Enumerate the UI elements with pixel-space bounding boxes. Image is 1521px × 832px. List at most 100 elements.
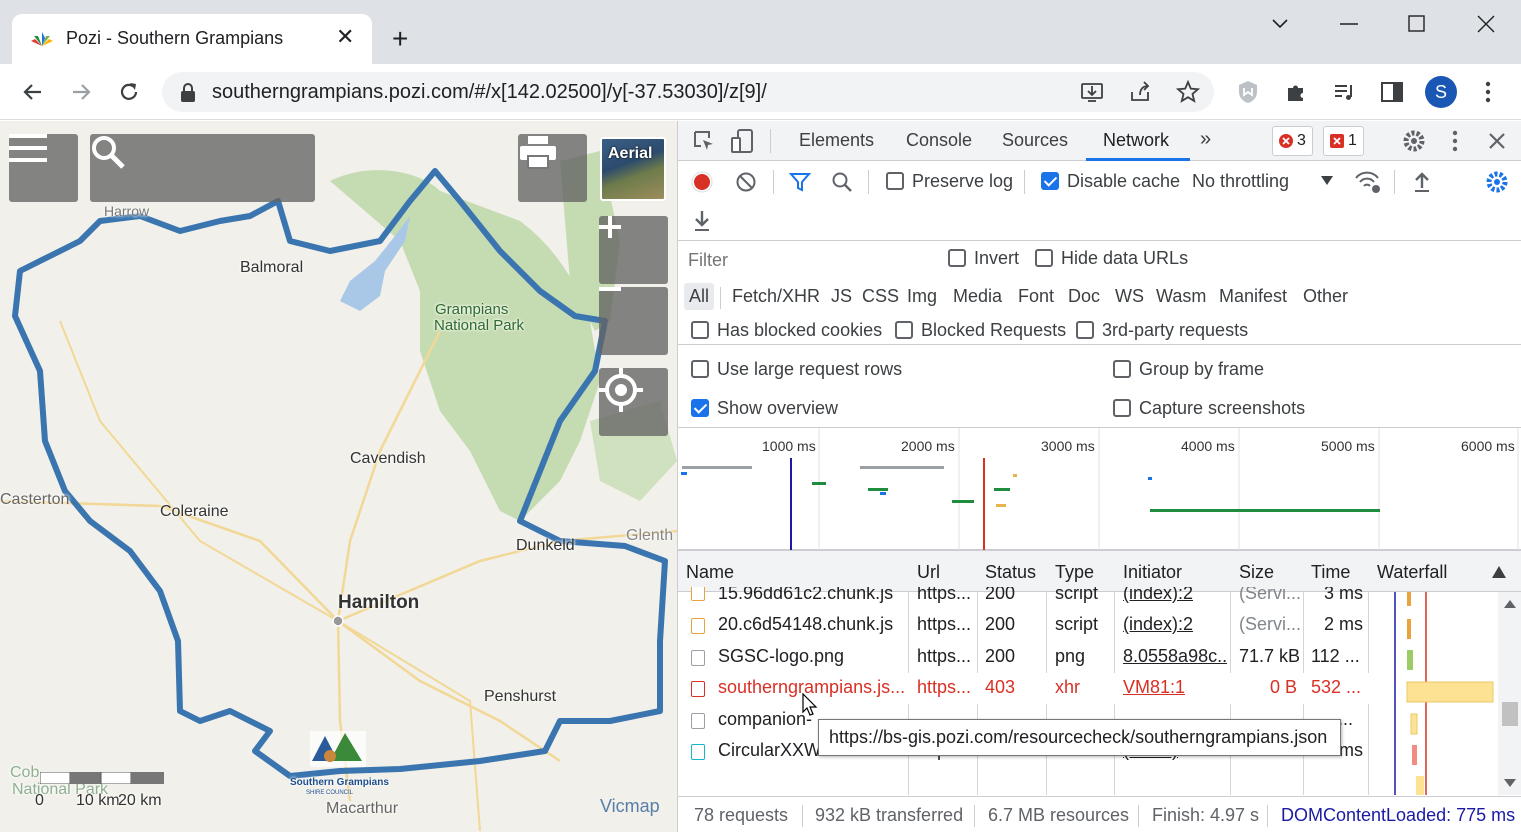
- devtools-menu-icon[interactable]: [1452, 130, 1458, 152]
- map-search-button[interactable]: [90, 134, 315, 202]
- aerial-basemap-button[interactable]: Aerial: [600, 137, 666, 201]
- type-filter-fetch-xhr[interactable]: Fetch/XHR: [727, 283, 825, 310]
- bookmark-star-icon[interactable]: [1176, 80, 1200, 104]
- tab-search-icon[interactable]: [1260, 10, 1300, 38]
- third-party-checkbox[interactable]: 3rd-party requests: [1076, 320, 1248, 341]
- invert-checkbox[interactable]: Invert: [948, 248, 1019, 269]
- column-header-name[interactable]: Name: [686, 562, 734, 583]
- type-filter-wasm[interactable]: Wasm: [1151, 283, 1211, 310]
- scrollbar-thumb[interactable]: [1502, 702, 1518, 726]
- address-bar[interactable]: southerngrampians.pozi.com/#/x[142.02500…: [162, 72, 1214, 112]
- column-header-initiator[interactable]: Initiator: [1123, 562, 1182, 583]
- column-header-status[interactable]: Status: [985, 562, 1036, 583]
- inspect-element-icon[interactable]: [692, 129, 716, 153]
- zoom-in-button[interactable]: [599, 216, 668, 284]
- column-header-time[interactable]: Time: [1311, 562, 1350, 583]
- request-initiator[interactable]: (index):2: [1123, 587, 1193, 604]
- scroll-up-arrow-icon[interactable]: [1504, 600, 1516, 608]
- lock-icon[interactable]: [180, 83, 196, 103]
- filter-input[interactable]: [684, 246, 930, 274]
- issues-badge[interactable]: 1: [1323, 126, 1364, 156]
- media-control-icon[interactable]: [1328, 76, 1360, 108]
- checkbox-checked[interactable]: [691, 399, 709, 417]
- blocked-requests-checkbox[interactable]: Blocked Requests: [895, 320, 1066, 341]
- tab-sources[interactable]: Sources: [1002, 130, 1068, 151]
- network-settings-gear-icon[interactable]: [1485, 170, 1509, 194]
- extensions-puzzle-icon[interactable]: [1280, 76, 1312, 108]
- type-filter-doc[interactable]: Doc: [1063, 283, 1105, 310]
- type-filter-ws[interactable]: WS: [1110, 283, 1149, 310]
- column-header-type[interactable]: Type: [1055, 562, 1094, 583]
- hide-data-urls-checkbox[interactable]: Hide data URLs: [1035, 248, 1188, 269]
- browser-tab[interactable]: Pozi - Southern Grampians ✕: [12, 14, 372, 64]
- checkbox-unchecked[interactable]: [1113, 399, 1131, 417]
- more-tabs-icon[interactable]: »: [1200, 128, 1211, 151]
- share-icon[interactable]: [1128, 80, 1152, 104]
- checkbox-checked[interactable]: [1041, 172, 1059, 190]
- devtools-close-icon[interactable]: [1488, 132, 1506, 150]
- devtools-settings-gear-icon[interactable]: [1402, 129, 1426, 153]
- type-filter-manifest[interactable]: Manifest: [1214, 283, 1292, 310]
- reload-icon[interactable]: [113, 76, 145, 108]
- filter-funnel-icon[interactable]: [789, 171, 811, 193]
- clear-icon[interactable]: [735, 171, 757, 193]
- show-overview-checkbox[interactable]: Show overview: [691, 398, 838, 419]
- type-filter-font[interactable]: Font: [1013, 283, 1059, 310]
- type-filter-other[interactable]: Other: [1298, 283, 1353, 310]
- request-initiator[interactable]: VM81:1: [1123, 677, 1185, 698]
- menu-hamburger-button[interactable]: [9, 134, 78, 202]
- column-header-url[interactable]: Url: [917, 562, 940, 583]
- export-har-icon[interactable]: [692, 209, 712, 231]
- checkbox-unchecked[interactable]: [691, 360, 709, 378]
- checkbox-unchecked[interactable]: [1113, 360, 1131, 378]
- vicmap-attribution[interactable]: Vicmap: [600, 796, 660, 817]
- preserve-log-checkbox[interactable]: Preserve log: [886, 171, 1013, 192]
- side-panel-icon[interactable]: [1376, 76, 1408, 108]
- profile-avatar[interactable]: S: [1425, 76, 1457, 108]
- checkbox-unchecked[interactable]: [886, 172, 904, 190]
- type-filter-all[interactable]: All: [684, 283, 715, 310]
- disable-cache-checkbox[interactable]: Disable cache: [1041, 171, 1180, 192]
- checkbox-unchecked[interactable]: [691, 321, 709, 339]
- checkbox-unchecked[interactable]: [1035, 249, 1053, 267]
- window-close-icon[interactable]: [1466, 10, 1506, 38]
- install-app-icon[interactable]: [1080, 80, 1104, 104]
- large-rows-checkbox[interactable]: Use large request rows: [691, 359, 902, 380]
- table-scrollbar[interactable]: [1498, 592, 1521, 795]
- checkbox-unchecked[interactable]: [895, 321, 913, 339]
- url-text[interactable]: southerngrampians.pozi.com/#/x[142.02500…: [212, 81, 767, 104]
- column-header-waterfall[interactable]: Waterfall: [1377, 562, 1447, 583]
- network-overview-timeline[interactable]: 1000 ms 2000 ms 3000 ms 4000 ms 5000 ms …: [678, 428, 1521, 550]
- type-filter-media[interactable]: Media: [948, 283, 1007, 310]
- sort-ascending-icon[interactable]: [1492, 566, 1506, 578]
- locate-me-button[interactable]: [599, 368, 668, 436]
- type-filter-css[interactable]: CSS: [857, 283, 904, 310]
- tab-console[interactable]: Console: [906, 130, 972, 151]
- request-initiator[interactable]: (index):2: [1123, 614, 1193, 635]
- tab-elements[interactable]: Elements: [799, 130, 874, 151]
- zoom-out-button[interactable]: [599, 287, 668, 355]
- network-conditions-icon[interactable]: [1354, 170, 1382, 194]
- capture-screenshots-checkbox[interactable]: Capture screenshots: [1113, 398, 1305, 419]
- has-blocked-cookies-checkbox[interactable]: Has blocked cookies: [691, 320, 882, 341]
- back-arrow-icon[interactable]: [17, 76, 49, 108]
- import-har-icon[interactable]: [1412, 170, 1432, 192]
- print-button[interactable]: [518, 134, 587, 202]
- tab-network[interactable]: Network: [1103, 130, 1169, 151]
- record-icon[interactable]: [691, 171, 713, 193]
- group-by-frame-checkbox[interactable]: Group by frame: [1113, 359, 1264, 380]
- tab-close-icon[interactable]: ✕: [336, 26, 354, 48]
- minimize-icon[interactable]: [1329, 10, 1369, 38]
- type-filter-img[interactable]: Img: [902, 283, 942, 310]
- console-errors-badge[interactable]: 3: [1272, 126, 1313, 156]
- checkbox-unchecked[interactable]: [948, 249, 966, 267]
- device-toolbar-icon[interactable]: [730, 128, 754, 154]
- maximize-icon[interactable]: [1397, 10, 1437, 38]
- column-header-size[interactable]: Size: [1239, 562, 1274, 583]
- map-canvas[interactable]: Aerial Harrow Balmoral Grampians Nationa…: [0, 121, 677, 832]
- search-icon[interactable]: [831, 171, 853, 193]
- checkbox-unchecked[interactable]: [1076, 321, 1094, 339]
- new-tab-button[interactable]: +: [392, 25, 408, 53]
- scroll-down-arrow-icon[interactable]: [1504, 779, 1516, 787]
- type-filter-js[interactable]: JS: [826, 283, 857, 310]
